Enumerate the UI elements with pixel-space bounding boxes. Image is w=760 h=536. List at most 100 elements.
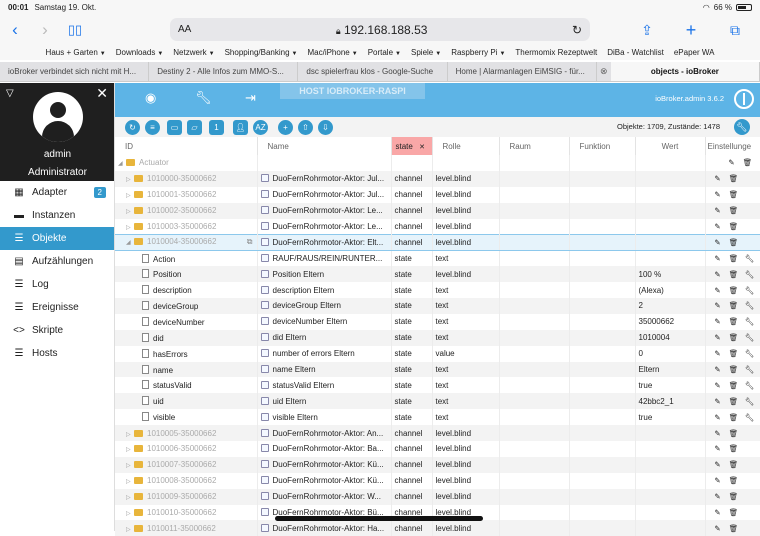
delete-icon[interactable]: 🗑︎ [743, 158, 753, 167]
table-row[interactable]: ▷ 1010005-35000662 DuoFernRohrmotor-Aktor:… [115, 425, 760, 442]
expand-icon[interactable]: ▷ [126, 192, 134, 199]
wrench-icon[interactable]: 🔧︎ [745, 397, 755, 406]
eye-icon[interactable]: ◉ [145, 90, 156, 106]
edit-icon[interactable]: ✎ [713, 365, 723, 374]
wrench-icon[interactable]: 🔧︎ [745, 270, 755, 279]
upload-icon[interactable]: ⇧ [298, 120, 313, 135]
edit-icon[interactable]: ✎ [713, 444, 723, 453]
sidebar-item[interactable]: <> Skripte [0, 319, 114, 342]
expand-icon[interactable]: ▷ [126, 478, 134, 485]
wrench-icon[interactable]: 🔧︎ [745, 286, 755, 295]
table-row[interactable]: ▷ 1010009-35000662 DuoFernRohrmotor-Aktor:… [115, 488, 760, 505]
delete-icon[interactable]: 🗑︎ [729, 365, 739, 374]
delete-icon[interactable]: 🗑︎ [729, 476, 739, 485]
favorite-item[interactable]: Portale ▼ [368, 48, 401, 57]
edit-icon[interactable]: ✎ [713, 286, 723, 295]
settings-wrench-icon[interactable]: 🔧︎ [734, 119, 750, 135]
table-row[interactable]: ▷ 1010007-35000662 DuoFernRohrmotor-Aktor:… [115, 456, 760, 473]
edit-icon[interactable]: ✎ [713, 492, 723, 501]
edit-icon[interactable]: ✎ [713, 381, 723, 390]
browser-tab[interactable]: Destiny 2 - Alle Infos zum MMO-S... [149, 62, 299, 81]
favorite-item[interactable]: Thermomix Rezeptwelt [515, 48, 597, 57]
expand-icon[interactable]: ▷ [126, 431, 134, 438]
favorite-item[interactable]: Mac/iPhone ▼ [307, 48, 357, 57]
sidebar-item[interactable]: ☰ Ereignisse [0, 296, 114, 319]
wrench-icon[interactable]: 🔧︎ [745, 365, 755, 374]
delete-icon[interactable]: 🗑︎ [729, 317, 739, 326]
list-view-icon[interactable]: ≡ [145, 120, 160, 135]
sidebar-item[interactable]: ☰ Hosts [0, 342, 114, 365]
wrench-icon[interactable]: 🔧︎ [745, 381, 755, 390]
add-icon[interactable]: + [278, 120, 293, 135]
browser-tab[interactable]: ioBroker verbindet sich nicht mit H... [0, 62, 150, 81]
folder-closed-icon[interactable]: ▭ [167, 120, 182, 135]
delete-icon[interactable]: 🗑︎ [729, 508, 739, 517]
delete-icon[interactable]: 🗑︎ [729, 381, 739, 390]
new-tab-icon[interactable]: + [676, 20, 706, 41]
table-row[interactable]: name name Eltern state text Eltern ✎ 🗑︎ 🔧︎ [115, 361, 760, 378]
expand-icon[interactable]: ▷ [126, 208, 134, 215]
close-icon[interactable]: ✕ [96, 85, 108, 102]
wrench-icon[interactable]: 🔧︎ [745, 413, 755, 422]
wrench-icon[interactable]: 🔧︎ [745, 349, 755, 358]
delete-icon[interactable]: 🗑︎ [729, 254, 739, 263]
expanded-icon[interactable]: ◢ [118, 160, 126, 167]
expand-icon[interactable]: ▷ [126, 462, 134, 469]
favorite-item[interactable]: Raspberry Pi ▼ [451, 48, 505, 57]
table-row[interactable]: ▷ 1010000-35000662 DuoFernRohrmotor-Aktor:… [115, 170, 760, 187]
edit-icon[interactable]: ✎ [713, 508, 723, 517]
edit-icon[interactable]: ✎ [713, 238, 723, 247]
edit-icon[interactable]: ✎ [713, 349, 723, 358]
table-row[interactable]: ◢ 1010004-35000662 ⧉ DuoFernRohrmotor-Aktor… [115, 233, 760, 251]
reader-aa-button[interactable]: AA [178, 24, 191, 35]
delete-icon[interactable]: 🗑︎ [729, 444, 739, 453]
sidebar-item[interactable]: ▤ Aufzählungen [0, 250, 114, 273]
wrench-icon[interactable]: 🔧︎ [745, 333, 755, 342]
edit-icon[interactable]: ✎ [713, 476, 723, 485]
collapse-icon[interactable]: ▽ [6, 88, 14, 99]
sort-az-icon[interactable]: AZ [253, 120, 268, 135]
wrench-icon[interactable]: 🔧︎ [195, 90, 212, 106]
table-row[interactable]: ▷ 1010011-35000662 DuoFernRohrmotor-Aktor:… [115, 520, 760, 536]
favorite-item[interactable]: Haus + Garten ▼ [46, 48, 106, 57]
download-icon[interactable]: ⇩ [318, 120, 333, 135]
delete-icon[interactable]: 🗑︎ [729, 429, 739, 438]
delete-icon[interactable]: 🗑︎ [729, 190, 739, 199]
col-function[interactable]: Funktion [569, 137, 636, 155]
col-id[interactable]: ID [115, 137, 258, 155]
filter-icon[interactable]: 1 [209, 120, 224, 135]
table-row[interactable]: ▷ 1010002-35000662 DuoFernRohrmotor-Aktor:… [115, 202, 760, 219]
edit-icon[interactable]: ✎ [713, 301, 723, 310]
folder-open-icon[interactable]: ▱ [187, 120, 202, 135]
copy-icon[interactable]: ⧉ [247, 237, 253, 247]
wrench-icon[interactable]: 🔧︎ [745, 254, 755, 263]
edit-icon[interactable]: ✎ [713, 333, 723, 342]
delete-icon[interactable]: 🗑︎ [729, 301, 739, 310]
table-row[interactable]: did did Eltern state text 1010004 ✎ 🗑︎ 🔧︎ [115, 329, 760, 346]
favorite-item[interactable]: Netzwerk ▼ [173, 48, 214, 57]
favorite-item[interactable]: DiBa - Watchlist [607, 48, 664, 57]
col-value[interactable]: Wert [635, 137, 706, 155]
delete-icon[interactable]: 🗑︎ [729, 397, 739, 406]
edit-icon[interactable]: ✎ [713, 254, 723, 263]
edit-icon[interactable]: ✎ [713, 460, 723, 469]
favorite-item[interactable]: Downloads ▼ [116, 48, 164, 57]
edit-icon[interactable]: ✎ [713, 270, 723, 279]
login-icon[interactable]: ⇥ [245, 90, 256, 106]
table-row[interactable]: ▷ 1010001-35000662 DuoFernRohrmotor-Aktor:… [115, 186, 760, 203]
col-room[interactable]: Raum [499, 137, 570, 155]
table-row[interactable]: ▷ 1010003-35000662 DuoFernRohrmotor-Aktor:… [115, 218, 760, 235]
wrench-icon[interactable]: 🔧︎ [745, 317, 755, 326]
expand-icon[interactable]: ▷ [126, 510, 134, 517]
user-admin-icon[interactable]: 👤︎ [233, 120, 248, 135]
expand-icon[interactable]: ▷ [126, 446, 134, 453]
edit-icon[interactable]: ✎ [713, 429, 723, 438]
table-row[interactable]: deviceNumber deviceNumber Eltern state text… [115, 313, 760, 330]
expand-icon[interactable]: ▷ [126, 224, 134, 231]
edit-icon[interactable]: ✎ [713, 174, 723, 183]
table-row[interactable]: Position Position Eltern state level.blind 1… [115, 266, 760, 283]
edit-icon[interactable]: ✎ [713, 397, 723, 406]
delete-icon[interactable]: 🗑︎ [729, 238, 739, 247]
col-role[interactable]: Rolle [432, 137, 500, 155]
sidebar-item[interactable]: ☰ Log [0, 273, 114, 296]
